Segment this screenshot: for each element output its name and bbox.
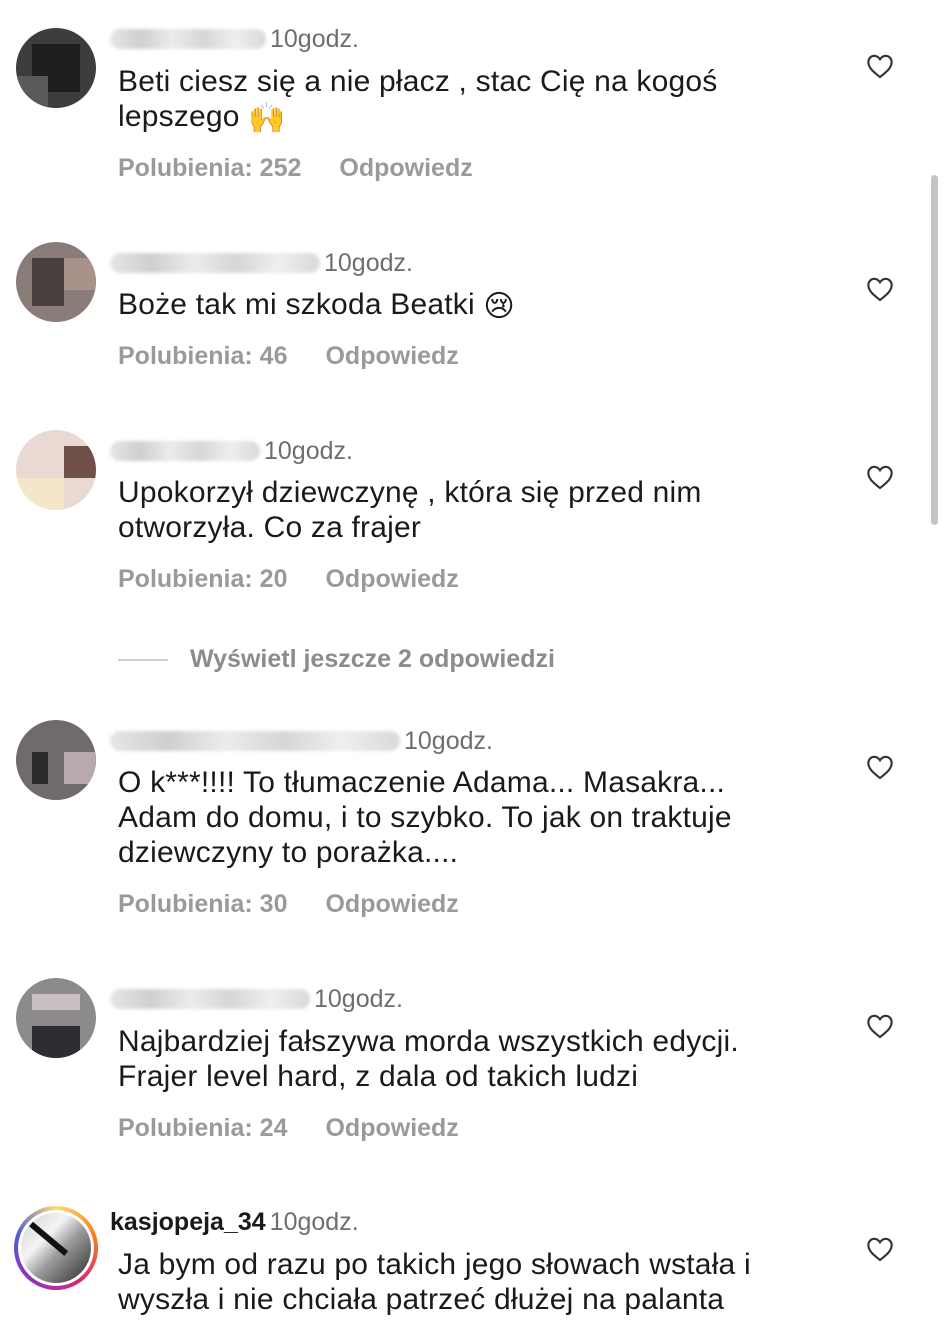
view-more-replies-label[interactable]: Wyświetl jeszcze 2 odpowiedzi [190, 645, 555, 674]
reply-button[interactable]: Odpowiedz [325, 1114, 458, 1143]
likes-count[interactable]: Polubienia: 30 [118, 890, 287, 919]
comment-time: 10godz. [324, 248, 413, 277]
comment-actions: Polubienia: 24 Odpowiedz [118, 1114, 459, 1143]
comment-text: O k***!!!! To tłumaczenie Adama... Masak… [118, 765, 808, 870]
likes-count[interactable]: Polubienia: 20 [118, 565, 287, 594]
comment-meta: 10godz. [110, 22, 359, 56]
heart-outline-icon[interactable] [866, 1236, 894, 1262]
comment-meta: 10godz. [110, 246, 413, 280]
comment-text: Upokorzył dziewczynę , która się przed n… [118, 475, 808, 545]
comment-username[interactable]: kasjopeja_34 [110, 1208, 266, 1237]
avatar-ring-gap [18, 1210, 94, 1286]
comment-meta: 10godz. [110, 982, 403, 1016]
heart-outline-icon[interactable] [866, 754, 894, 780]
blurred-username[interactable] [110, 731, 400, 751]
view-more-replies-button[interactable]: Wyświetl jeszcze 2 odpowiedzi [118, 645, 555, 674]
avatar[interactable] [16, 978, 96, 1058]
comment-text-body: Beti ciesz się a nie płacz , stac Cię na… [118, 65, 718, 133]
avatar [21, 1213, 91, 1283]
comment-text: Beti ciesz się a nie płacz , stac Cię na… [118, 64, 808, 136]
comment-meta: 10godz. [110, 434, 353, 468]
comment-text: Najbardziej fałszywa morda wszystkich ed… [118, 1024, 808, 1094]
reply-button[interactable]: Odpowiedz [325, 342, 458, 371]
comment-actions: Polubienia: 30 Odpowiedz [118, 890, 459, 919]
avatar[interactable] [16, 242, 96, 322]
avatar[interactable] [16, 720, 96, 800]
comment-text-body: Upokorzył dziewczynę , która się przed n… [118, 476, 702, 544]
comment-meta: 10godz. [110, 724, 493, 758]
thread-divider [118, 658, 168, 661]
reply-button[interactable]: Odpowiedz [325, 890, 458, 919]
comment-text-body: Ja bym od razu po takich jego słowach ws… [118, 1248, 751, 1316]
comment-text: Ja bym od razu po takich jego słowach ws… [118, 1247, 808, 1317]
avatar-story-ring[interactable] [14, 1206, 98, 1290]
heart-outline-icon[interactable] [866, 1013, 894, 1039]
avatar[interactable] [16, 430, 96, 510]
comment-time: 10godz. [314, 984, 403, 1013]
comment-actions: Polubienia: 46 Odpowiedz [118, 342, 459, 371]
comment-text: Boże tak mi szkoda Beatki 😢 [118, 287, 808, 324]
comment-actions: Polubienia: 20 Odpowiedz [118, 565, 459, 594]
comment-actions: Polubienia: 252 Odpowiedz [118, 154, 473, 183]
raising-hands-emoji: 🙌 [248, 101, 286, 135]
heart-outline-icon[interactable] [866, 276, 894, 302]
blurred-username[interactable] [110, 441, 260, 461]
blurred-username[interactable] [110, 253, 320, 273]
comment-time: 10godz. [270, 24, 359, 53]
comment-time: 10godz. [264, 436, 353, 465]
comment-meta: kasjopeja_34 10godz. [110, 1205, 359, 1239]
heart-outline-icon[interactable] [866, 464, 894, 490]
scrollbar[interactable] [931, 175, 938, 525]
comment-time: 10godz. [404, 726, 493, 755]
likes-count[interactable]: Polubienia: 24 [118, 1114, 287, 1143]
comment-time: 10godz. [269, 1207, 359, 1236]
likes-count[interactable]: Polubienia: 46 [118, 342, 287, 371]
reply-button[interactable]: Odpowiedz [325, 565, 458, 594]
comment-text-body: Boże tak mi szkoda Beatki [118, 288, 475, 321]
reply-button[interactable]: Odpowiedz [339, 154, 472, 183]
likes-count[interactable]: Polubienia: 252 [118, 154, 301, 183]
heart-outline-icon[interactable] [866, 53, 894, 79]
crying-face-emoji: 😢 [483, 289, 515, 323]
blurred-username[interactable] [110, 989, 310, 1009]
avatar[interactable] [16, 28, 96, 108]
comment-text-body: Najbardziej fałszywa morda wszystkich ed… [118, 1025, 739, 1093]
blurred-username[interactable] [110, 29, 266, 49]
comment-text-body: O k***!!!! To tłumaczenie Adama... Masak… [118, 766, 732, 869]
